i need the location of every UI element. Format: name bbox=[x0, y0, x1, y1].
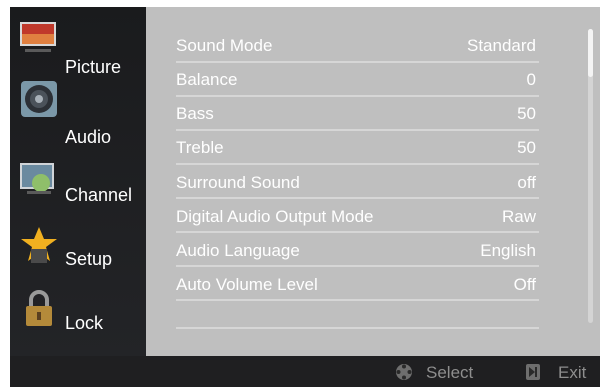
footer-bar: Select Exit bbox=[10, 356, 600, 387]
sidebar-item-label: Lock bbox=[65, 313, 104, 333]
menu-row-balance[interactable]: Balance 0 bbox=[176, 64, 536, 94]
menu-row-surround-sound[interactable]: Surround Sound off bbox=[176, 167, 536, 197]
menu-row-digital-audio-output-mode[interactable]: Digital Audio Output Mode Raw bbox=[176, 201, 536, 231]
menu-row-auto-volume-level[interactable]: Auto Volume Level Off bbox=[176, 269, 536, 299]
tv-osd-screen: Picture Audio Channel Setup Lock Sound M… bbox=[10, 7, 600, 387]
row-divider bbox=[176, 265, 539, 267]
footer-select-label: Select bbox=[426, 363, 474, 382]
sidebar-item-label: Setup bbox=[65, 249, 113, 269]
menu-row-label: Digital Audio Output Mode bbox=[176, 207, 374, 226]
menu-row-sound-mode[interactable]: Sound Mode Standard bbox=[176, 30, 536, 60]
menu-row-label: Treble bbox=[176, 138, 224, 157]
scrollbar[interactable] bbox=[588, 29, 593, 323]
padlock-icon bbox=[26, 290, 52, 326]
sidebar-item-lock[interactable]: Lock bbox=[10, 283, 146, 341]
menu-row-value: off bbox=[517, 173, 536, 192]
row-divider bbox=[176, 163, 539, 165]
sidebar-item-setup[interactable]: Setup bbox=[10, 219, 146, 277]
row-divider bbox=[176, 299, 539, 301]
sidebar-item-label: Audio bbox=[65, 127, 112, 147]
sidebar-item-picture[interactable]: Picture bbox=[10, 13, 146, 77]
dpad-icon bbox=[396, 364, 412, 380]
row-divider bbox=[176, 61, 539, 63]
menu-row-value: Off bbox=[513, 275, 536, 294]
menu-row-label: Auto Volume Level bbox=[176, 275, 318, 294]
row-divider bbox=[176, 129, 539, 131]
sidebar-item-audio[interactable]: Audio bbox=[10, 77, 146, 147]
row-divider bbox=[176, 327, 539, 329]
scrollbar-thumb[interactable] bbox=[588, 29, 593, 77]
menu-row-label: Audio Language bbox=[176, 241, 300, 260]
menu-row-value: English bbox=[480, 241, 536, 260]
audio-settings-panel: Sound Mode Standard Balance 0 Bass 50 Tr… bbox=[146, 7, 600, 356]
sidebar: Picture Audio Channel Setup Lock bbox=[10, 7, 146, 356]
speaker-icon bbox=[21, 81, 57, 117]
menu-row-label: Balance bbox=[176, 70, 238, 89]
star-icon bbox=[21, 227, 57, 263]
picture-icon bbox=[20, 22, 56, 52]
exit-key-icon bbox=[526, 364, 540, 380]
menu-row-value: Raw bbox=[501, 207, 536, 226]
sidebar-item-channel[interactable]: Channel bbox=[10, 155, 146, 213]
satellite-icon bbox=[20, 163, 54, 194]
menu-row-value: Standard bbox=[467, 36, 536, 55]
sidebar-item-label: Picture bbox=[65, 57, 122, 77]
sidebar-item-label: Channel bbox=[65, 185, 133, 205]
row-divider bbox=[176, 95, 539, 97]
menu-row-label: Bass bbox=[176, 104, 214, 123]
menu-row-audio-language[interactable]: Audio Language English bbox=[176, 235, 536, 265]
menu-row-treble[interactable]: Treble 50 bbox=[176, 132, 536, 162]
footer-exit-label: Exit bbox=[558, 363, 587, 382]
menu-row-label: Surround Sound bbox=[176, 173, 300, 192]
menu-row-value: 50 bbox=[517, 138, 536, 157]
menu-row-bass[interactable]: Bass 50 bbox=[176, 98, 536, 128]
menu-row-value: 50 bbox=[517, 104, 536, 123]
menu-row-value: 0 bbox=[526, 70, 536, 89]
row-divider bbox=[176, 231, 539, 233]
row-divider bbox=[176, 197, 539, 199]
menu-row-label: Sound Mode bbox=[176, 36, 273, 55]
